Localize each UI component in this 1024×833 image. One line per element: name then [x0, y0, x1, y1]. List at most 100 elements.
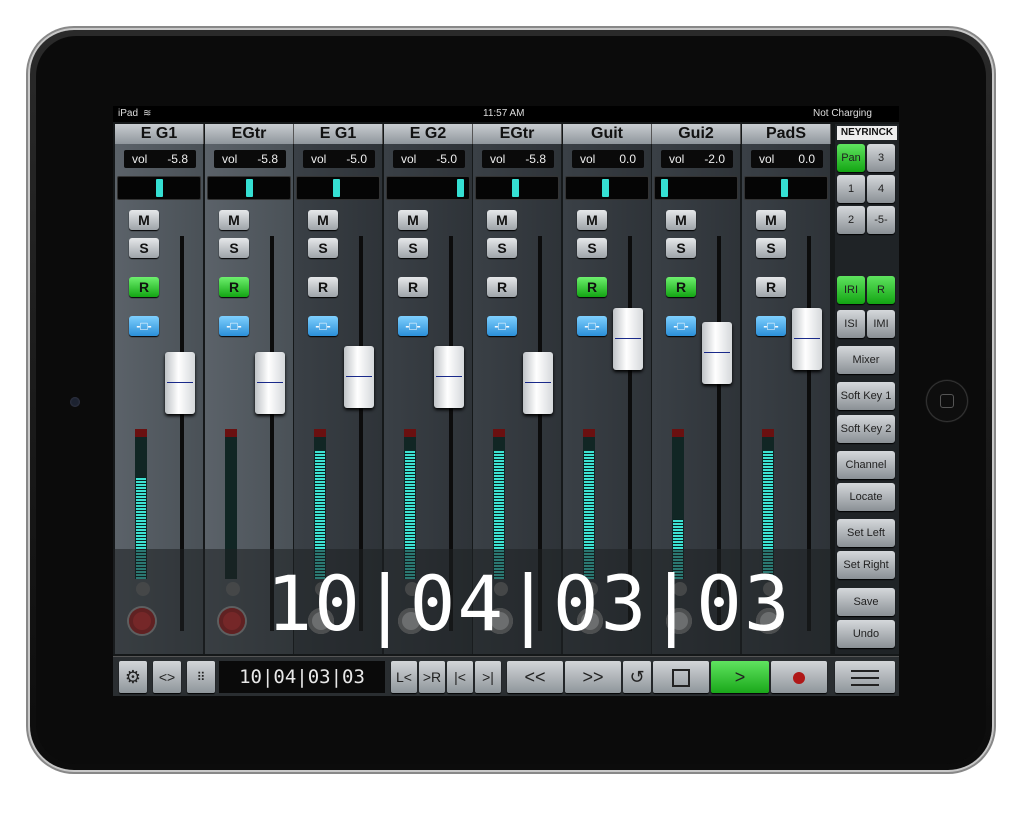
- solo-button[interactable]: S: [129, 238, 159, 258]
- channel-name[interactable]: PadS: [742, 124, 831, 144]
- record-toggle-button[interactable]: R: [867, 276, 895, 304]
- pan-slider[interactable]: [744, 176, 828, 200]
- record-arm-button[interactable]: R: [487, 277, 517, 297]
- volume-fader[interactable]: [255, 352, 285, 414]
- record-button[interactable]: [771, 661, 827, 693]
- pan-knob[interactable]: [602, 179, 609, 197]
- solo-button[interactable]: S: [308, 238, 338, 258]
- pan-slider[interactable]: [296, 176, 380, 200]
- channel-name[interactable]: Gui2: [652, 124, 741, 144]
- pan-slider[interactable]: [386, 176, 470, 200]
- input-toggle-button[interactable]: IRI: [837, 276, 865, 304]
- transport-time-display[interactable]: 10|04|03|03: [219, 661, 385, 693]
- solo-button[interactable]: S: [756, 238, 786, 258]
- bank-1-button[interactable]: 1: [837, 175, 865, 203]
- bank-2-button[interactable]: 2: [837, 206, 865, 234]
- pan-knob[interactable]: [457, 179, 464, 197]
- bank-4-button[interactable]: 4: [867, 175, 895, 203]
- fast-forward-button[interactable]: >>: [565, 661, 621, 693]
- locate-left-button[interactable]: L<: [391, 661, 417, 693]
- channel-name[interactable]: Guit: [563, 124, 652, 144]
- pan-knob[interactable]: [246, 179, 253, 197]
- menu-button[interactable]: [835, 661, 895, 693]
- solo-button[interactable]: S: [219, 238, 249, 258]
- volume-fader[interactable]: [434, 346, 464, 408]
- mute-button[interactable]: M: [219, 210, 249, 230]
- to-start-button[interactable]: |<: [447, 661, 473, 693]
- volume-fader[interactable]: [702, 322, 732, 384]
- channel-name[interactable]: E G1: [294, 124, 383, 144]
- undo-button[interactable]: Undo: [837, 620, 895, 648]
- solo-button[interactable]: S: [398, 238, 428, 258]
- channel-button[interactable]: Channel: [837, 451, 895, 479]
- solo-button[interactable]: S: [577, 238, 607, 258]
- mute-button[interactable]: M: [487, 210, 517, 230]
- volume-fader[interactable]: [344, 346, 374, 408]
- record-arm-button[interactable]: R: [129, 277, 159, 297]
- pan-slider[interactable]: [207, 176, 291, 200]
- save-button[interactable]: Save: [837, 588, 895, 616]
- pan-knob[interactable]: [512, 179, 519, 197]
- locate-right-button[interactable]: >R: [419, 661, 445, 693]
- pan-knob[interactable]: [661, 179, 668, 197]
- insert-link-button[interactable]: -□-: [308, 316, 338, 336]
- insert-link-button[interactable]: -□-: [577, 316, 607, 336]
- mute-button[interactable]: M: [398, 210, 428, 230]
- insert-link-button[interactable]: -□-: [666, 316, 696, 336]
- volume-fader[interactable]: [613, 308, 643, 370]
- record-arm-button[interactable]: R: [219, 277, 249, 297]
- channel-name[interactable]: EGtr: [205, 124, 294, 144]
- insert-link-button[interactable]: -□-: [756, 316, 786, 336]
- record-arm-button[interactable]: R: [666, 277, 696, 297]
- home-button[interactable]: [926, 380, 968, 422]
- bank-3-button[interactable]: 3: [867, 144, 895, 172]
- to-end-button[interactable]: >|: [475, 661, 501, 693]
- stop-button[interactable]: [653, 661, 709, 693]
- pan-mode-button[interactable]: Pan: [837, 144, 865, 172]
- channel-name[interactable]: EGtr: [473, 124, 562, 144]
- volume-value: 0.0: [619, 152, 636, 166]
- mute-toggle-button[interactable]: IMI: [867, 310, 895, 338]
- rewind-button[interactable]: <<: [507, 661, 563, 693]
- play-button[interactable]: >: [711, 661, 769, 693]
- keypad-button[interactable]: ⠿: [187, 661, 215, 693]
- soft-key-1-button[interactable]: Soft Key 1: [837, 382, 895, 410]
- channel-name[interactable]: E G1: [115, 124, 204, 144]
- set-left-button[interactable]: Set Left: [837, 519, 895, 547]
- mute-button[interactable]: M: [666, 210, 696, 230]
- record-arm-button[interactable]: R: [308, 277, 338, 297]
- soft-key-2-button[interactable]: Soft Key 2: [837, 415, 895, 443]
- mute-button[interactable]: M: [308, 210, 338, 230]
- volume-fader[interactable]: [523, 352, 553, 414]
- mute-button[interactable]: M: [577, 210, 607, 230]
- solo-button[interactable]: S: [666, 238, 696, 258]
- bank-5-button[interactable]: -5-: [867, 206, 895, 234]
- insert-link-button[interactable]: -□-: [487, 316, 517, 336]
- insert-link-button[interactable]: -□-: [219, 316, 249, 336]
- pan-slider[interactable]: [654, 176, 738, 200]
- insert-link-button[interactable]: -□-: [129, 316, 159, 336]
- set-right-button[interactable]: Set Right: [837, 551, 895, 579]
- volume-fader[interactable]: [792, 308, 822, 370]
- solo-toggle-button[interactable]: ISI: [837, 310, 865, 338]
- cycle-button[interactable]: ↺: [623, 661, 651, 693]
- channel-name[interactable]: E G2: [384, 124, 473, 144]
- record-arm-button[interactable]: R: [398, 277, 428, 297]
- volume-fader[interactable]: [165, 352, 195, 414]
- mute-button[interactable]: M: [756, 210, 786, 230]
- pan-slider[interactable]: [475, 176, 559, 200]
- locate-button[interactable]: Locate: [837, 483, 895, 511]
- pan-knob[interactable]: [333, 179, 340, 197]
- mute-button[interactable]: M: [129, 210, 159, 230]
- settings-button[interactable]: ⚙: [119, 661, 147, 693]
- mixer-button[interactable]: Mixer: [837, 346, 895, 374]
- pan-knob[interactable]: [156, 179, 163, 197]
- insert-link-button[interactable]: -□-: [398, 316, 428, 336]
- record-arm-button[interactable]: R: [756, 277, 786, 297]
- solo-button[interactable]: S: [487, 238, 517, 258]
- pan-knob[interactable]: [781, 179, 788, 197]
- record-arm-button[interactable]: R: [577, 277, 607, 297]
- pan-slider[interactable]: [565, 176, 649, 200]
- swap-view-button[interactable]: <>: [153, 661, 181, 693]
- pan-slider[interactable]: [117, 176, 201, 200]
